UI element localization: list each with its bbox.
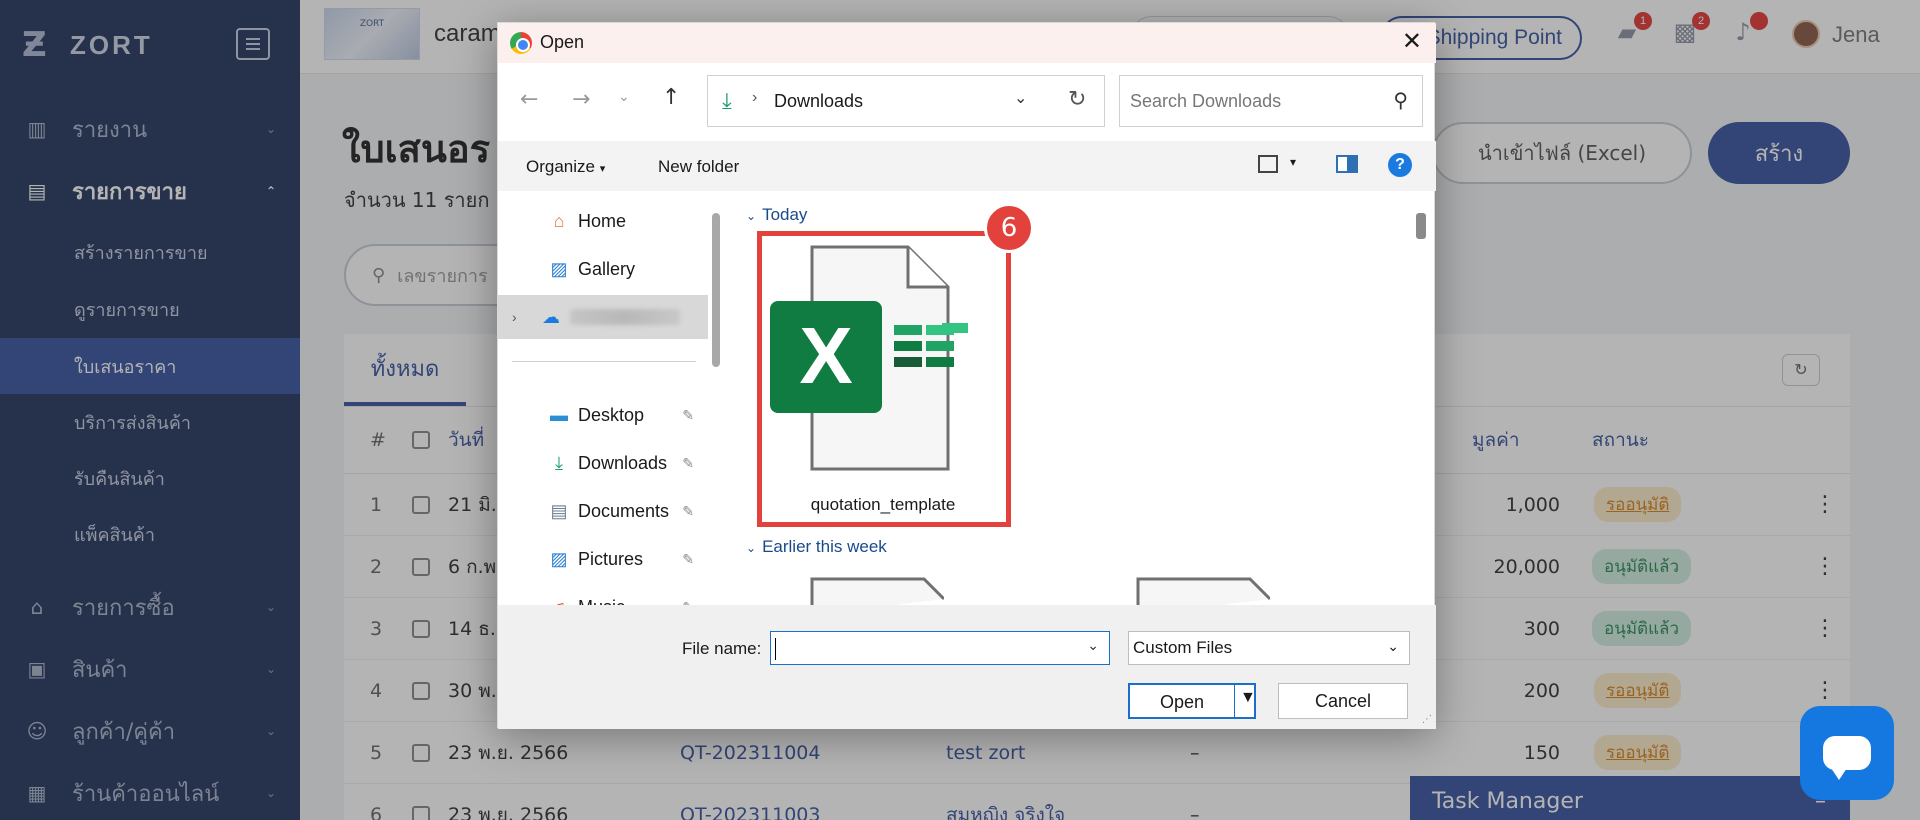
download-icon: ⤓: [722, 88, 732, 113]
recent-locations-chevron-icon[interactable]: ⌄: [618, 89, 630, 105]
open-button[interactable]: Open ▼: [1128, 683, 1256, 719]
documents-icon: ▤: [550, 500, 568, 521]
caret-down-icon: ▾: [599, 163, 606, 175]
up-arrow-icon[interactable]: ↑: [662, 85, 680, 110]
file-scrollbar[interactable]: [1416, 213, 1426, 239]
file-name-input[interactable]: ⌄: [770, 631, 1110, 665]
dialog-titlebar: Open ✕: [498, 23, 1436, 63]
file-list-pane: ⌄ Today X quotation_template 6 ⌄ Earlier…: [732, 191, 1408, 605]
group-header-earlier[interactable]: ⌄ Earlier this week: [746, 537, 887, 557]
caret-down-icon[interactable]: ▾: [1290, 155, 1296, 169]
chevron-down-icon[interactable]: ⌄: [1014, 88, 1027, 108]
resize-grip-icon[interactable]: ⋰: [1422, 714, 1432, 725]
search-downloads-input[interactable]: Search Downloads ⚲: [1119, 75, 1423, 127]
nav-item-desktop[interactable]: ▬ Desktop ✎: [498, 393, 708, 437]
refresh-icon[interactable]: ↻: [1068, 86, 1086, 112]
desktop-icon: ▬: [550, 404, 568, 425]
nav-item-label: Desktop: [578, 404, 645, 425]
chevron-down-icon: ⌄: [1387, 638, 1399, 654]
pin-icon: ✎: [682, 406, 694, 423]
pin-icon: ✎: [682, 550, 694, 567]
pictures-icon: ▨: [550, 548, 568, 569]
nav-item-documents[interactable]: ▤ Documents ✎: [498, 489, 708, 533]
organize-label: Organize: [526, 157, 595, 176]
address-path[interactable]: Downloads: [774, 91, 863, 112]
back-arrow-icon[interactable]: ←: [520, 87, 538, 112]
caret-down-icon[interactable]: ▼: [1240, 689, 1256, 707]
pin-icon: ✎: [682, 454, 694, 471]
onedrive-cloud-icon: ☁: [542, 306, 560, 327]
dialog-footer: File name: ⌄ Custom Files ⌄ Open ▼ Cance…: [498, 605, 1436, 729]
highlight-box: [757, 231, 1011, 527]
step-badge: 6: [984, 203, 1034, 253]
breadcrumb-separator-icon: ›: [752, 89, 758, 106]
gallery-icon: ▨: [550, 258, 568, 279]
nav-scrollbar[interactable]: [712, 213, 720, 367]
chevron-down-icon: ⌄: [746, 209, 757, 223]
new-folder-button[interactable]: New folder: [658, 157, 739, 177]
group-label: Today: [762, 205, 808, 224]
blurred-account-name: [570, 309, 680, 325]
chat-bubble-icon: [1823, 736, 1871, 780]
open-button-label: Open: [1159, 692, 1205, 712]
dialog-title: Open: [540, 32, 585, 52]
app-window: Ƶ ZORT ▥ รายงาน ⌄ ▤ รายการขาย ⌃ สร้างราย…: [0, 0, 1920, 820]
file-type-value: Custom Files: [1133, 638, 1233, 657]
home-icon: ⌂: [553, 210, 565, 231]
nav-item-label: Documents: [578, 500, 670, 521]
music-icon: ♫: [548, 596, 570, 606]
file-icon[interactable]: [804, 575, 944, 605]
nav-item-label: Gallery: [578, 258, 636, 279]
chevron-down-icon: ⌄: [746, 541, 757, 555]
nav-item-onedrive[interactable]: › ☁: [498, 295, 708, 339]
preview-pane-icon[interactable]: [1336, 155, 1358, 173]
file-icon[interactable]: [1130, 575, 1270, 605]
nav-item-label: Home: [578, 210, 627, 231]
group-header-today[interactable]: ⌄ Today: [746, 205, 807, 225]
pin-icon: ✎: [682, 502, 694, 519]
group-label: Earlier this week: [762, 537, 887, 556]
nav-item-label: Pictures: [578, 548, 644, 569]
nav-item-music[interactable]: ♫ Music ✎: [498, 585, 708, 606]
open-file-dialog: Open ✕ ← → ⌄ ↑ ⤓ › Downloads ⌄ ↻ Search …: [497, 22, 1436, 729]
command-bar: Organize ▾ New folder ▾ ?: [498, 141, 1436, 191]
nav-item-home[interactable]: ⌂ Home: [498, 199, 708, 243]
search-icon: ⚲: [1393, 90, 1408, 112]
close-icon[interactable]: ✕: [1402, 27, 1422, 55]
nav-item-gallery[interactable]: ▨ Gallery: [498, 247, 708, 291]
text-cursor: [775, 638, 776, 660]
nav-item-pictures[interactable]: ▨ Pictures ✎: [498, 537, 708, 581]
split-divider: [1234, 685, 1235, 717]
nav-item-label: Music: [578, 597, 625, 606]
nav-divider: [512, 361, 696, 362]
organize-menu-button[interactable]: Organize ▾: [526, 157, 605, 177]
file-type-select[interactable]: Custom Files ⌄: [1128, 631, 1410, 665]
chat-support-button[interactable]: [1800, 706, 1894, 800]
view-mode-icon[interactable]: [1258, 155, 1278, 173]
nav-item-label: Downloads: [578, 452, 668, 473]
nav-item-downloads[interactable]: ⤓ Downloads ✎: [498, 441, 708, 485]
navigation-pane: ⌂ Home ▨ Gallery › ☁ ▬ Desktop ✎ ⤓ Downl…: [498, 191, 710, 605]
address-bar[interactable]: ⤓ › Downloads ⌄ ↻: [707, 75, 1105, 127]
search-placeholder: Search Downloads: [1130, 91, 1282, 111]
chevron-right-icon: ›: [512, 309, 517, 325]
file-name-field-label: File name:: [682, 639, 762, 658]
chrome-icon: [510, 32, 532, 54]
download-icon: ⤓: [555, 452, 563, 473]
cancel-button[interactable]: Cancel: [1278, 683, 1408, 719]
forward-arrow-icon[interactable]: →: [572, 87, 590, 112]
chevron-down-icon[interactable]: ⌄: [1087, 638, 1099, 654]
help-icon[interactable]: ?: [1388, 153, 1412, 177]
